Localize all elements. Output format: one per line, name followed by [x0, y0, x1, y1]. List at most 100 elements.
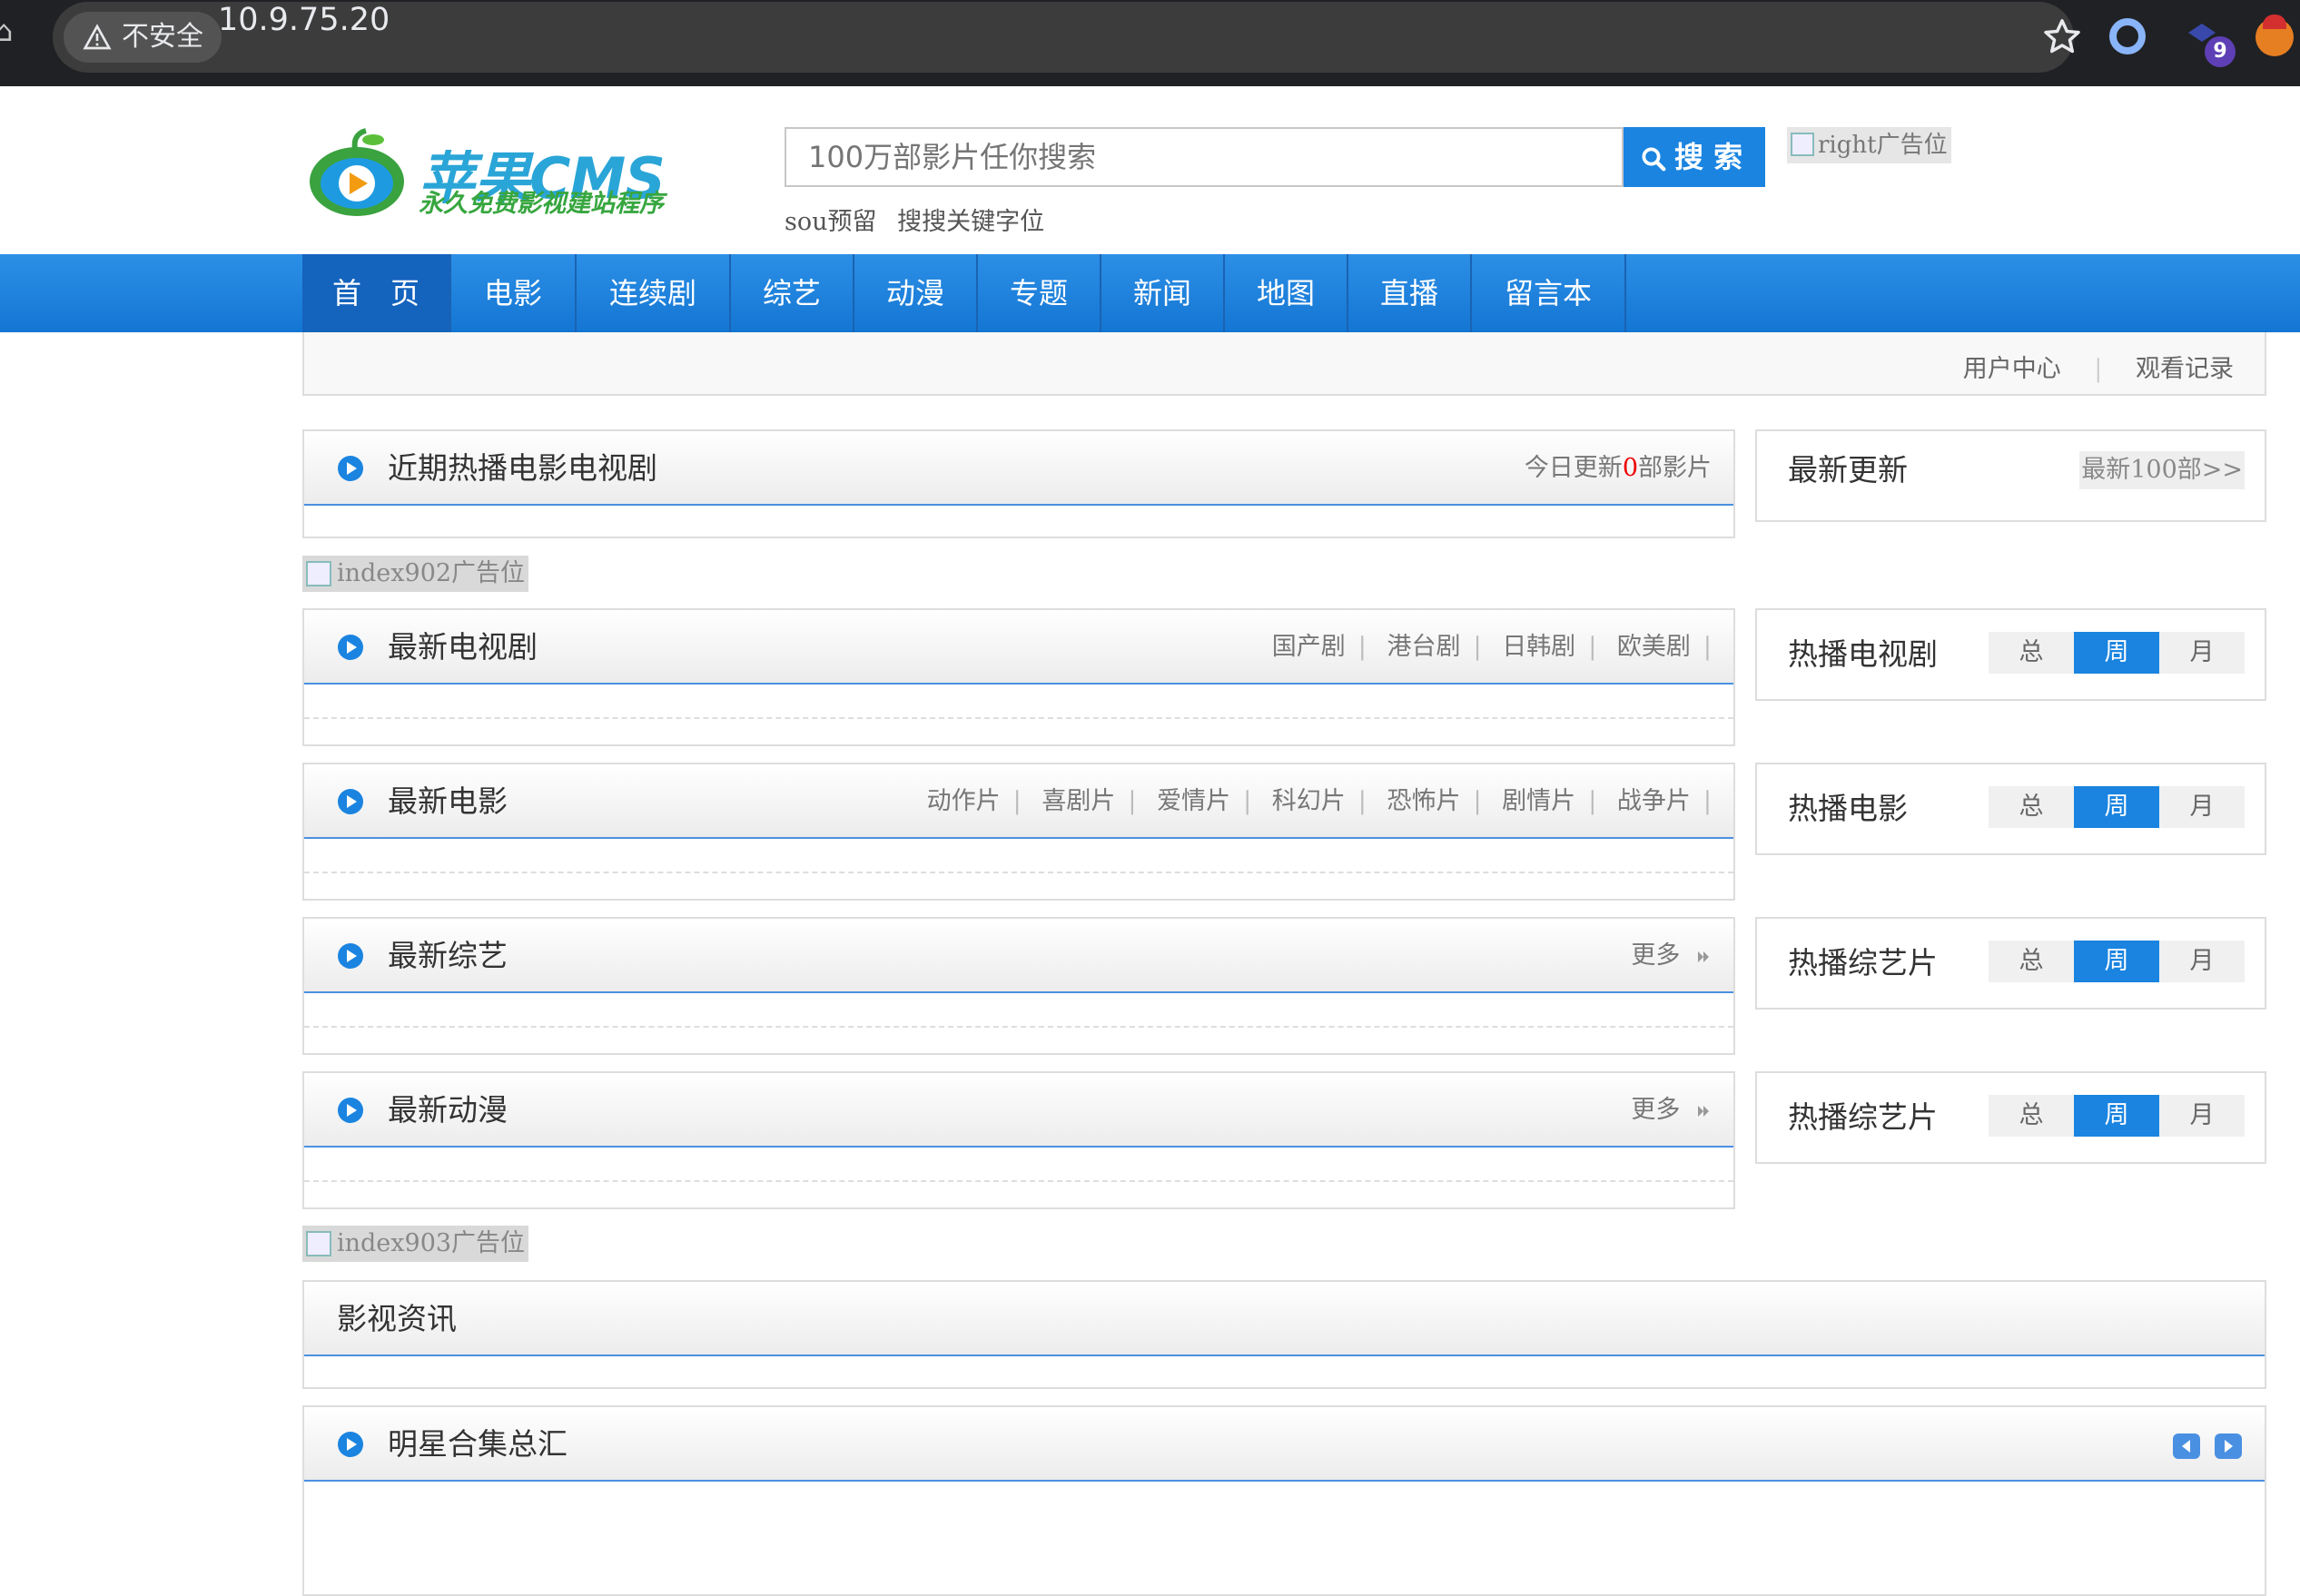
- play-circle-icon: [338, 635, 363, 660]
- nav-item-map[interactable]: 地图: [1225, 254, 1348, 332]
- nav-item-news[interactable]: 新闻: [1101, 254, 1225, 332]
- user-bar: 用户中心 | 观看记录: [302, 332, 2266, 396]
- play-circle-icon: [338, 456, 363, 481]
- prev-arrow-icon[interactable]: [2172, 1433, 2201, 1460]
- category-link[interactable]: 爱情片: [1157, 787, 1230, 815]
- tab-month[interactable]: 月: [2159, 632, 2245, 674]
- apple-logo-icon: [310, 128, 404, 216]
- category-links: 国产剧 | 港台剧 | 日韩剧 | 欧美剧 |: [1271, 633, 1712, 661]
- extension-badge-icon[interactable]: 9: [2186, 22, 2236, 67]
- category-link[interactable]: 战争片: [1617, 787, 1691, 815]
- play-circle-icon: [338, 1432, 363, 1457]
- divider: [304, 1180, 1733, 1182]
- nav-item-topics[interactable]: 专题: [978, 254, 1101, 332]
- tab-total[interactable]: 总: [1989, 786, 2074, 828]
- tab-month[interactable]: 月: [2159, 941, 2245, 982]
- nav-item-anime[interactable]: 动漫: [854, 254, 978, 332]
- browser-toolbar: ⌂ 不安全 10.9.75.20 9: [0, 0, 2300, 86]
- category-link[interactable]: 日韩剧: [1502, 633, 1575, 661]
- hot-tv-box: 热播电视剧 总 周 月: [1755, 608, 2266, 701]
- tab-week[interactable]: 周: [2074, 1095, 2159, 1137]
- user-center-link[interactable]: 用户中心: [1963, 355, 2061, 383]
- panel-title: 最新动漫: [388, 1092, 508, 1128]
- search-button-label: 搜 索: [1674, 140, 1743, 174]
- hotword-link[interactable]: 搜搜关键字位: [897, 208, 1044, 236]
- divider: [304, 872, 1733, 873]
- today-update: 今日更新0部影片: [1524, 454, 1712, 482]
- ad-right[interactable]: right广告位: [1787, 127, 1951, 163]
- play-circle-icon: [338, 789, 363, 814]
- category-link[interactable]: 科幻片: [1272, 787, 1346, 815]
- category-link[interactable]: 港台剧: [1387, 633, 1460, 661]
- tab-week[interactable]: 周: [2074, 941, 2159, 982]
- home-icon[interactable]: ⌂: [0, 16, 13, 45]
- panel-title: 最新电视剧: [388, 629, 538, 665]
- url-text[interactable]: 10.9.75.20: [218, 2, 390, 73]
- category-link[interactable]: 动作片: [927, 787, 1001, 815]
- category-link[interactable]: 剧情片: [1502, 787, 1575, 815]
- hot-keywords: sou预留 搜搜关键字位: [785, 202, 1057, 237]
- hotword-link[interactable]: sou预留: [785, 208, 877, 236]
- nav-item-guestbook[interactable]: 留言本: [1472, 254, 1626, 332]
- nav-item-series[interactable]: 连续剧: [577, 254, 731, 332]
- search-icon: [1642, 147, 1666, 172]
- tab-week[interactable]: 周: [2074, 632, 2159, 674]
- category-link[interactable]: 国产剧: [1272, 633, 1346, 661]
- main-nav: 首 页 电影 连续剧 综艺 动漫 专题 新闻 地图 直播 留言本: [0, 254, 2300, 332]
- more-link[interactable]: 更多: [1631, 1073, 1712, 1148]
- security-chip[interactable]: 不安全: [64, 12, 222, 63]
- side-title: 最新更新: [1788, 452, 1908, 488]
- movie-panel: 最新电影 动作片 | 喜剧片 | 爱情片 | 科幻片 | 恐怖片 | 剧情片 | 战争片 |: [302, 763, 1735, 901]
- security-label: 不安全: [122, 21, 203, 53]
- address-bar[interactable]: 不安全 10.9.75.20: [53, 2, 2080, 73]
- watch-history-link[interactable]: 观看记录: [2136, 355, 2234, 383]
- extension-badge-count: 9: [2205, 36, 2236, 67]
- more-link[interactable]: 更多: [1631, 919, 1712, 993]
- panel-title: 明星合集总汇: [388, 1426, 568, 1462]
- nav-item-live[interactable]: 直播: [1348, 254, 1472, 332]
- tab-month[interactable]: 月: [2159, 786, 2245, 828]
- tab-total[interactable]: 总: [1989, 632, 2074, 674]
- tab-total[interactable]: 总: [1989, 1095, 2074, 1137]
- ad-index903[interactable]: index903广告位: [302, 1226, 529, 1262]
- panel-title: 近期热播电影电视剧: [388, 450, 657, 486]
- bookmark-star-icon[interactable]: [2041, 16, 2083, 58]
- latest-100-link[interactable]: 最新100部>>: [2079, 451, 2245, 489]
- side-title: 热播电影: [1788, 791, 1908, 826]
- nav-item-variety[interactable]: 综艺: [731, 254, 854, 332]
- rank-tabs: 总 周 月: [1989, 632, 2245, 674]
- site-logo[interactable]: 苹果CMS 永久免费影视建站程序: [302, 127, 720, 218]
- variety-panel: 最新综艺 更多: [302, 917, 1735, 1055]
- divider: [304, 1026, 1733, 1028]
- panel-title: 影视资讯: [337, 1301, 457, 1336]
- tab-week[interactable]: 周: [2074, 786, 2159, 828]
- nav-item-movies[interactable]: 电影: [451, 254, 577, 332]
- nav-item-home[interactable]: 首 页: [302, 254, 451, 332]
- category-link[interactable]: 欧美剧: [1617, 633, 1691, 661]
- ad-index902[interactable]: index902广告位: [302, 556, 529, 592]
- search-box: [785, 127, 1624, 187]
- extension-circle-icon[interactable]: [2109, 18, 2146, 54]
- extension-avatar-icon[interactable]: [2256, 15, 2294, 56]
- rank-tabs: 总 周 月: [1989, 786, 2245, 828]
- category-links: 动作片 | 喜剧片 | 爱情片 | 科幻片 | 恐怖片 | 剧情片 | 战争片 |: [926, 787, 1712, 815]
- broken-image-icon: [1791, 133, 1814, 156]
- ad-label: index902广告位: [337, 559, 526, 587]
- search-button[interactable]: 搜 索: [1624, 127, 1765, 187]
- panel-title: 最新电影: [388, 783, 508, 819]
- side-title: 热播综艺片: [1788, 1099, 1938, 1135]
- hot-movie-box: 热播电影 总 周 月: [1755, 763, 2266, 855]
- side-title: 热播电视剧: [1788, 636, 1938, 672]
- warning-icon: [83, 24, 112, 50]
- hot-variety-box: 热播综艺片 总 周 月: [1755, 917, 2266, 1010]
- ad-label: index903广告位: [337, 1229, 526, 1257]
- category-link[interactable]: 恐怖片: [1387, 787, 1460, 815]
- search-input[interactable]: [786, 129, 1622, 185]
- divider: |: [2094, 355, 2103, 383]
- tab-month[interactable]: 月: [2159, 1095, 2245, 1137]
- category-link[interactable]: 喜剧片: [1041, 787, 1115, 815]
- double-chevron-right-icon: [1698, 1105, 1709, 1117]
- latest-updates-box: 最新更新 最新100部>>: [1755, 429, 2266, 522]
- tab-total[interactable]: 总: [1989, 941, 2074, 982]
- next-arrow-icon[interactable]: [2214, 1433, 2243, 1460]
